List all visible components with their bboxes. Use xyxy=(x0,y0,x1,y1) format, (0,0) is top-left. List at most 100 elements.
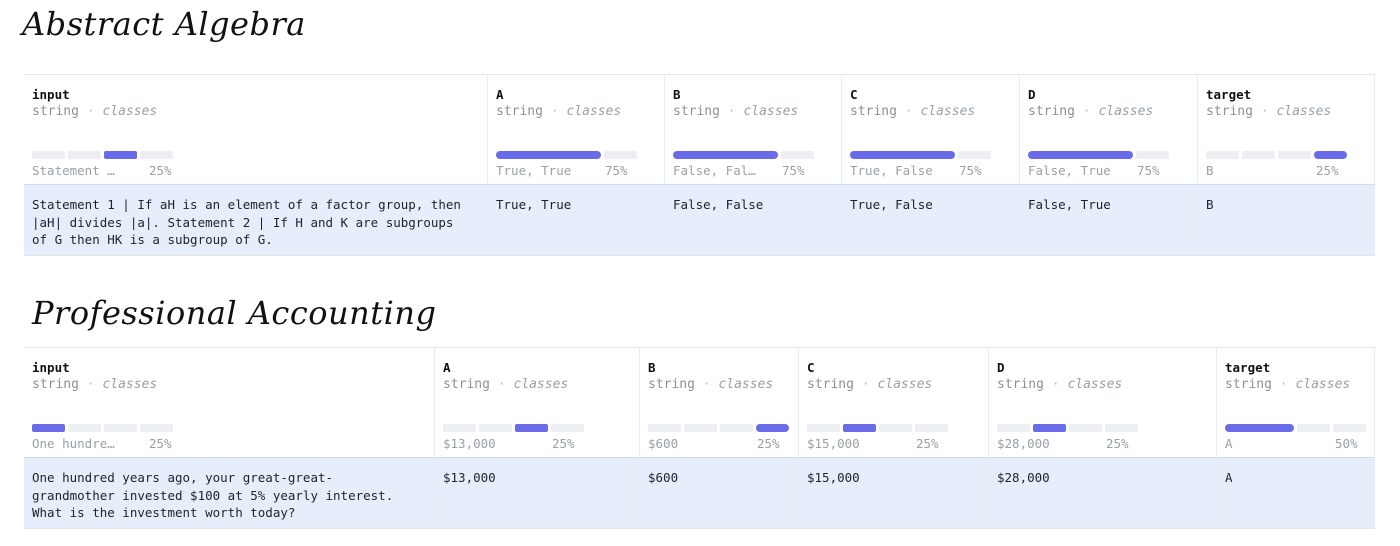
column-name: C xyxy=(850,87,858,102)
column-type: string · classes xyxy=(1206,104,1332,119)
table-cell-target[interactable]: A xyxy=(1217,457,1375,528)
column-header-d[interactable]: D string · classes False, True 75% xyxy=(1020,75,1198,184)
class-segment xyxy=(140,424,173,432)
column-header-input[interactable]: input string · classes One hundre… 25% xyxy=(24,348,435,457)
class-segment-highlighted xyxy=(1314,151,1347,159)
column-header-b[interactable]: B string · classes $600 25% xyxy=(640,348,799,457)
cell-value: False, True xyxy=(1028,197,1111,212)
class-distribution-bar xyxy=(1206,151,1347,159)
top-class-percent: 25% xyxy=(149,163,172,178)
column-header-d[interactable]: D string · classes $28,000 25% xyxy=(989,348,1217,457)
top-class-percent: 25% xyxy=(916,436,939,451)
column-type: string · classes xyxy=(443,377,569,392)
top-class-label: Statement … xyxy=(32,163,115,178)
top-class-percent: 75% xyxy=(959,163,982,178)
class-segment-highlighted xyxy=(496,151,601,159)
class-segment xyxy=(879,424,912,432)
class-segment xyxy=(1136,151,1169,159)
top-class-label: A xyxy=(1225,436,1233,451)
column-type: string · classes xyxy=(673,104,799,119)
class-distribution-bar xyxy=(807,424,948,432)
column-type: string · classes xyxy=(1225,377,1351,392)
column-name: A xyxy=(443,360,451,375)
class-segment-highlighted xyxy=(515,424,548,432)
dataset-table-professional-accounting: input string · classes One hundre… 25% A… xyxy=(24,347,1375,529)
top-class-label: $15,000 xyxy=(807,436,860,451)
top-class-label: False, True xyxy=(1028,163,1111,178)
class-distribution-bar xyxy=(648,424,789,432)
class-segment xyxy=(1333,424,1366,432)
class-segment xyxy=(551,424,584,432)
top-class-label: False, Fal… xyxy=(673,163,756,178)
class-segment xyxy=(1069,424,1102,432)
column-name: target xyxy=(1206,87,1252,102)
class-segment-highlighted xyxy=(1033,424,1066,432)
table-cell-a[interactable]: True, True xyxy=(488,184,665,255)
table-cell-c[interactable]: True, False xyxy=(842,184,1020,255)
class-distribution-bar xyxy=(997,424,1138,432)
table-cell-b[interactable]: False, False xyxy=(665,184,842,255)
column-header-target[interactable]: target string · classes B 25% xyxy=(1198,75,1375,184)
class-segment xyxy=(604,151,637,159)
class-segment-highlighted xyxy=(104,151,137,159)
class-segment xyxy=(32,151,65,159)
table-cell-c[interactable]: $15,000 xyxy=(799,457,989,528)
cell-value: Statement 1 | If aH is an element of a f… xyxy=(32,197,461,247)
class-segment xyxy=(648,424,681,432)
column-header-c[interactable]: C string · classes True, False 75% xyxy=(842,75,1020,184)
column-name: C xyxy=(807,360,815,375)
column-header-b[interactable]: B string · classes False, Fal… 75% xyxy=(665,75,842,184)
top-class-percent: 50% xyxy=(1335,436,1358,451)
class-distribution-bar xyxy=(850,151,991,159)
top-class-percent: 25% xyxy=(552,436,575,451)
column-name: input xyxy=(32,87,70,102)
class-distribution-bar xyxy=(496,151,637,159)
top-class-percent: 75% xyxy=(782,163,805,178)
top-class-percent: 25% xyxy=(757,436,780,451)
column-name: B xyxy=(648,360,656,375)
class-distribution-bar xyxy=(443,424,584,432)
top-class-percent: 75% xyxy=(1137,163,1160,178)
class-segment xyxy=(958,151,991,159)
class-segment xyxy=(479,424,512,432)
column-name: input xyxy=(32,360,70,375)
column-type: string · classes xyxy=(496,104,622,119)
column-header-a[interactable]: A string · classes $13,000 25% xyxy=(435,348,640,457)
column-name: D xyxy=(997,360,1005,375)
column-type: string · classes xyxy=(32,104,158,119)
class-segment xyxy=(443,424,476,432)
class-segment-highlighted xyxy=(1028,151,1133,159)
top-class-label: $28,000 xyxy=(997,436,1050,451)
table-cell-d[interactable]: False, True xyxy=(1020,184,1198,255)
top-class-label: True, True xyxy=(496,163,572,178)
top-class-percent: 75% xyxy=(605,163,628,178)
table-cell-a[interactable]: $13,000 xyxy=(435,457,640,528)
column-header-a[interactable]: A string · classes True, True 75% xyxy=(488,75,665,184)
table-cell-input[interactable]: One hundred years ago, your great-great-… xyxy=(24,457,435,528)
cell-value: $15,000 xyxy=(807,470,860,485)
class-segment xyxy=(1278,151,1311,159)
table-cell-b[interactable]: $600 xyxy=(640,457,799,528)
column-header-target[interactable]: target string · classes A 50% xyxy=(1217,348,1375,457)
top-class-percent: 25% xyxy=(1316,163,1339,178)
column-type: string · classes xyxy=(32,377,158,392)
column-name: D xyxy=(1028,87,1036,102)
class-distribution-bar xyxy=(32,424,173,432)
cell-value: One hundred years ago, your great-great-… xyxy=(32,470,394,520)
class-segment-highlighted xyxy=(673,151,778,159)
table-cell-d[interactable]: $28,000 xyxy=(989,457,1217,528)
class-segment xyxy=(720,424,753,432)
column-header-input[interactable]: input string · classes Statement … 25% xyxy=(24,75,488,184)
table-cell-input[interactable]: Statement 1 | If aH is an element of a f… xyxy=(24,184,488,255)
class-segment-highlighted xyxy=(1225,424,1294,432)
class-segment xyxy=(1297,424,1330,432)
class-segment-highlighted xyxy=(32,424,65,432)
cell-value: $600 xyxy=(648,470,679,485)
top-class-percent: 25% xyxy=(149,436,172,451)
class-segment xyxy=(1105,424,1138,432)
column-type: string · classes xyxy=(648,377,774,392)
column-header-c[interactable]: C string · classes $15,000 25% xyxy=(799,348,989,457)
table-cell-target[interactable]: B xyxy=(1198,184,1375,255)
cell-value: True, False xyxy=(850,197,933,212)
column-type: string · classes xyxy=(997,377,1123,392)
